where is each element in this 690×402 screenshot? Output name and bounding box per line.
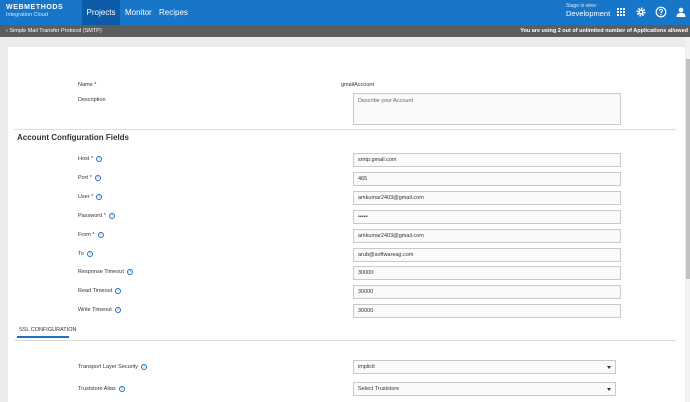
truststore-alias-label: Truststore Alias?	[78, 385, 125, 392]
back-link[interactable]: ‹ Simple Mail Transfer Protocol (SMTP)	[6, 25, 102, 37]
active-tab-indicator	[17, 336, 69, 338]
info-icon[interactable]: ?	[108, 212, 115, 219]
info-icon[interactable]: ?	[114, 306, 121, 313]
user-input[interactable]: amkumar2403@gmail.com	[353, 191, 621, 205]
usage-message: You are using 2 out of unlimited number …	[520, 28, 688, 34]
from-input[interactable]: amkumar2403@gmail.com	[353, 229, 621, 243]
response-timeout-input[interactable]: 30000	[353, 266, 621, 280]
top-navigation-bar: WEBMETHODS Integration Cloud Projects Mo…	[0, 0, 690, 25]
write-timeout-input[interactable]: 30000	[353, 304, 621, 318]
gear-icon[interactable]	[635, 6, 647, 18]
tab-projects[interactable]: Projects	[82, 0, 120, 25]
info-icon[interactable]: ?	[96, 193, 103, 200]
help-icon[interactable]	[655, 6, 667, 18]
from-label: From *?	[78, 231, 104, 238]
password-input[interactable]: •••••	[353, 210, 621, 224]
read-timeout-label: Read Timeout?	[78, 287, 122, 294]
info-icon[interactable]: ?	[126, 268, 133, 275]
tab-monitor[interactable]: Monitor	[125, 0, 152, 25]
read-timeout-input[interactable]: 30000	[353, 285, 621, 299]
brand-subtitle: Integration Cloud	[6, 12, 48, 18]
host-label: Host *?	[78, 155, 102, 162]
page-scrollbar[interactable]	[686, 37, 690, 402]
to-input[interactable]: arub@softwareag.com	[353, 248, 621, 262]
truststore-alias-select[interactable]: Select Truststore	[353, 382, 616, 396]
brand-name: WEBMETHODS	[6, 4, 64, 11]
grid-icon[interactable]	[615, 6, 627, 18]
info-icon[interactable]: ?	[86, 250, 93, 257]
stage-value: Development	[566, 9, 611, 18]
stage-selector[interactable]: Stage in view Development	[566, 4, 610, 18]
description-label: Description	[78, 97, 106, 103]
info-icon[interactable]: ?	[118, 385, 125, 392]
write-timeout-label: Write Timeout?	[78, 306, 121, 313]
name-label: Name *	[78, 82, 97, 88]
caret-down-icon	[607, 388, 611, 391]
select-value: implicit	[358, 364, 375, 370]
to-label: To?	[78, 250, 93, 257]
info-icon[interactable]: ?	[97, 231, 104, 238]
brand-logo[interactable]: WEBMETHODS Integration Cloud	[6, 4, 63, 19]
breadcrumb-bar: ‹ Simple Mail Transfer Protocol (SMTP) Y…	[0, 25, 690, 37]
caret-down-icon	[607, 366, 611, 369]
description-textarea[interactable]: Describe your Account	[353, 93, 621, 125]
host-input[interactable]: smtp.gmail.com	[353, 153, 621, 167]
port-input[interactable]: 465	[353, 172, 621, 186]
back-label: Simple Mail Transfer Protocol (SMTP)	[9, 28, 102, 34]
chevron-left-icon: ‹	[6, 28, 8, 34]
section-title: Account Configuration Fields	[17, 133, 129, 142]
tab-recipes[interactable]: Recipes	[159, 0, 188, 25]
scrollbar-thumb[interactable]	[686, 59, 690, 279]
info-icon[interactable]: ?	[141, 363, 148, 370]
name-value: gmailAccount	[341, 82, 375, 88]
select-value: Select Truststore	[358, 386, 400, 392]
info-icon[interactable]: ?	[115, 287, 122, 294]
transport-layer-security-label: Transport Layer Security?	[78, 363, 148, 370]
divider	[14, 340, 676, 341]
password-label: Password *?	[78, 212, 115, 219]
info-icon[interactable]: ?	[95, 155, 102, 162]
info-icon[interactable]: ?	[94, 174, 101, 181]
user-label: User *?	[78, 193, 103, 200]
divider	[14, 129, 676, 130]
response-timeout-label: Response Timeout?	[78, 268, 133, 275]
transport-layer-security-select[interactable]: implicit	[353, 360, 616, 374]
port-label: Port *?	[78, 174, 101, 181]
tab-ssl-configuration[interactable]: SSL CONFIGURATION	[19, 327, 76, 333]
user-icon[interactable]	[675, 6, 687, 18]
